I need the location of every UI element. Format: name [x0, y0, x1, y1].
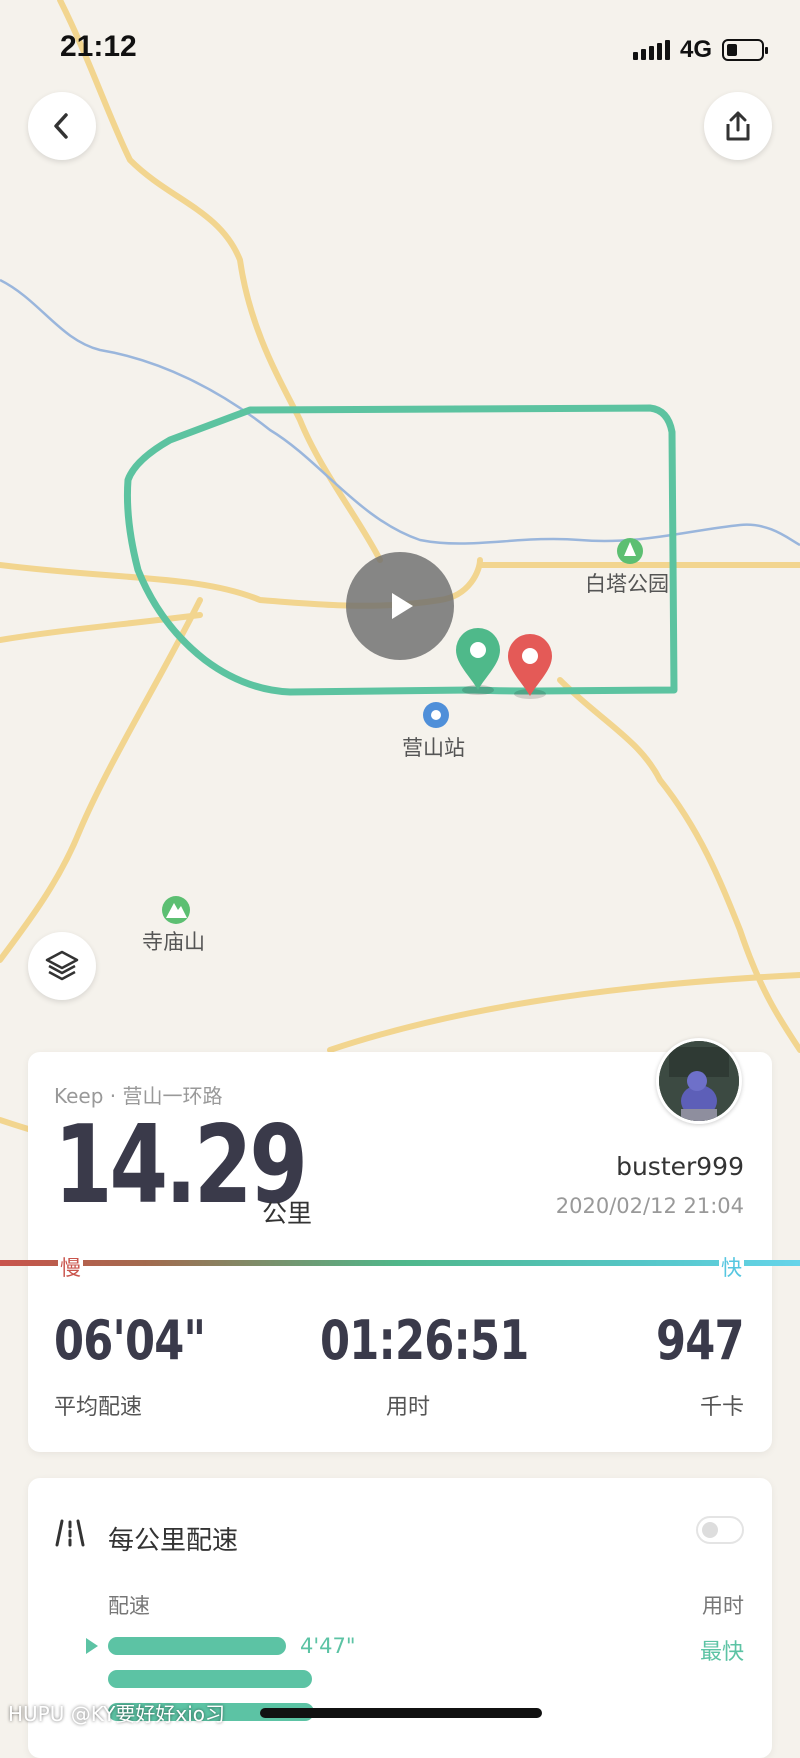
play-replay-button[interactable]: [346, 552, 454, 660]
pace-bar-km-2: [108, 1670, 312, 1688]
avatar[interactable]: [656, 1038, 742, 1124]
map-label-park: 白塔公园: [585, 572, 669, 596]
username: buster999: [616, 1152, 744, 1181]
station-icon: [423, 702, 449, 728]
home-indicator[interactable]: [260, 1708, 542, 1718]
map-label-station: 营山站: [402, 736, 465, 760]
fastest-marker-icon: [86, 1638, 98, 1654]
pace-chart-icon: [55, 1519, 85, 1547]
battery-icon: [722, 39, 768, 61]
status-bar: 21:12 4G: [0, 0, 800, 90]
signal-icon: [632, 40, 670, 60]
speed-gradient-bar: [0, 1260, 800, 1266]
calories-label: 千卡: [699, 1395, 744, 1420]
layers-button[interactable]: [28, 932, 96, 1000]
pace-value-km-1: 4'47": [300, 1634, 356, 1658]
park-icon: [617, 538, 643, 564]
run-datetime: 2020/02/12 21:04: [555, 1194, 744, 1218]
route-map[interactable]: [0, 0, 800, 1731]
run-summary-card: Keep · 营山一环路 14.29 公里 buster999 2020/02/…: [0, 1038, 800, 1452]
pace-bar-km-1: [108, 1637, 286, 1655]
speed-fast-label: 快: [719, 1252, 744, 1282]
calories-value: 947: [656, 1309, 745, 1372]
avg-pace-label: 平均配速: [54, 1395, 143, 1420]
fastest-label: 最快: [699, 1640, 744, 1665]
status-icons: 4G: [632, 36, 768, 64]
avg-pace-value: 06'04": [54, 1309, 206, 1372]
speed-slow-label: 慢: [58, 1252, 83, 1282]
distance-unit: 公里: [262, 1199, 313, 1228]
status-time: 21:12: [60, 30, 137, 63]
pace-column-header: 配速: [108, 1594, 150, 1618]
mountain-icon: [162, 896, 190, 924]
pace-card-title: 每公里配速: [108, 1526, 239, 1556]
network-type: 4G: [679, 36, 712, 63]
back-button[interactable]: [28, 92, 96, 160]
duration-label: 用时: [385, 1395, 430, 1420]
pace-toggle[interactable]: [696, 1516, 744, 1544]
watermark: HUPU @KY要好好xio习: [8, 1702, 225, 1726]
chevron-left-icon: [54, 113, 68, 139]
layers-icon: [45, 950, 79, 981]
map-label-mountain: 寺庙山: [142, 930, 205, 954]
share-button[interactable]: [704, 92, 772, 160]
play-icon: [392, 593, 413, 619]
share-icon: [726, 111, 750, 141]
duration-value: 01:26:51: [320, 1309, 529, 1372]
time-column-header: 用时: [702, 1594, 744, 1618]
